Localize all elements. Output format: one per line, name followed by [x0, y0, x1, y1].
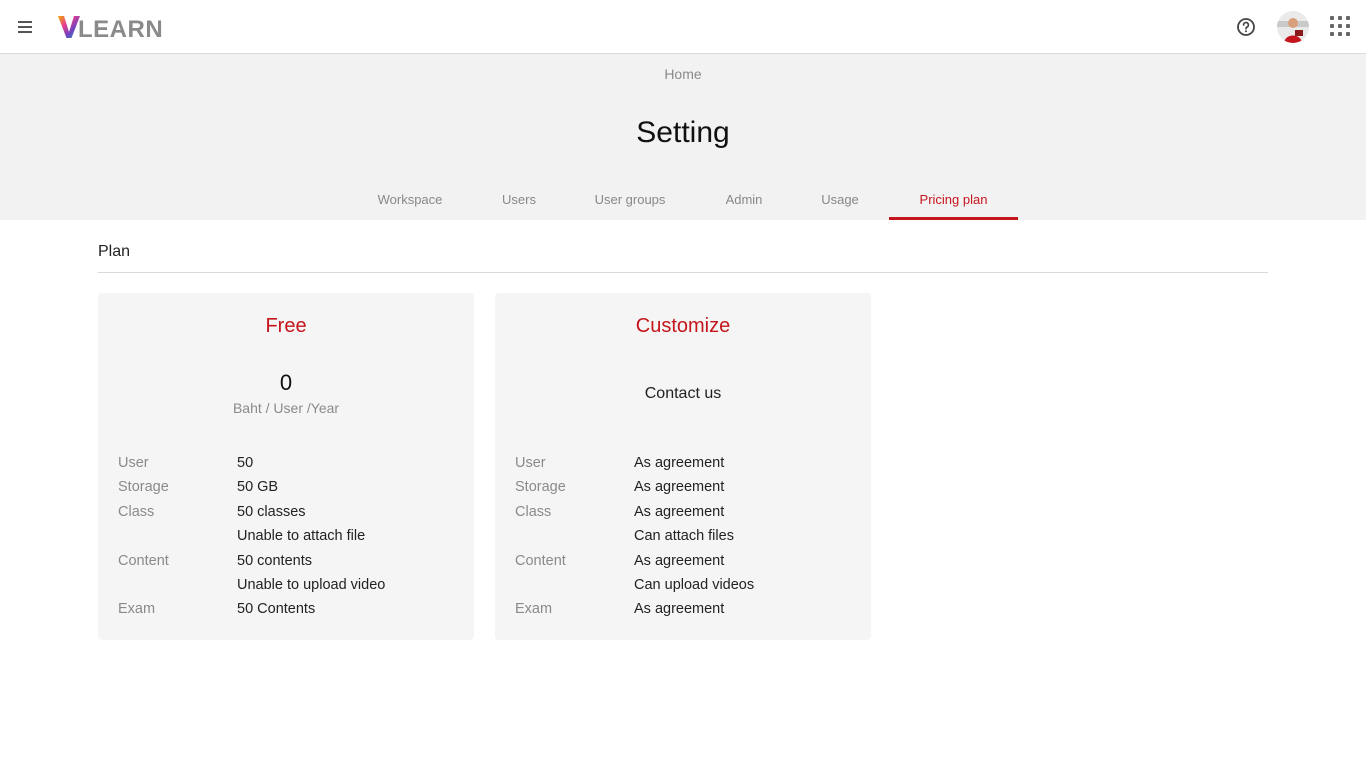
- tab-users[interactable]: Users: [488, 182, 550, 220]
- feature-value: 50 Contents: [237, 601, 316, 618]
- user-avatar[interactable]: [1277, 11, 1309, 43]
- feature-value: As agreement: [634, 503, 725, 520]
- feature-row: Storage 50 GB: [118, 477, 458, 501]
- contact-us-text: Contact us: [644, 385, 722, 402]
- hamburger-menu-icon[interactable]: [14, 15, 38, 39]
- feature-row: User As agreement: [515, 453, 855, 477]
- feature-row: Class 50 classes: [118, 502, 458, 526]
- tab-pricing-plan[interactable]: Pricing plan: [889, 182, 1018, 220]
- feature-key: Content: [118, 552, 169, 569]
- plan-price: 0: [279, 370, 293, 395]
- tab-user-groups[interactable]: User groups: [580, 182, 680, 220]
- feature-key: Exam: [515, 601, 553, 618]
- plan-card-free: Free 0 Baht / User /Year User 50 Storage 5…: [98, 293, 474, 640]
- feature-row: Class As agreement: [515, 502, 855, 526]
- feature-key: Class: [118, 503, 155, 520]
- feature-key: Storage: [515, 479, 566, 496]
- feature-row: Unable to attach file: [118, 526, 458, 550]
- plan-card-customize: Customize Contact us User As agreement St…: [495, 293, 871, 640]
- feature-row: Content As agreement: [515, 551, 855, 575]
- section-divider: [98, 272, 1268, 273]
- feature-value: As agreement: [634, 552, 725, 569]
- plan-features: User 50 Storage 50 GB Class 50 classes Unab…: [118, 453, 458, 624]
- apps-grid-icon[interactable]: [1328, 14, 1352, 38]
- plan-features: User As agreement Storage As agreement Cla…: [515, 453, 855, 624]
- feature-value: 50 classes: [237, 503, 306, 520]
- plan-name: Customize: [635, 315, 731, 337]
- feature-key: Storage: [118, 479, 169, 496]
- feature-value: Can upload videos: [634, 576, 755, 593]
- help-circle-icon[interactable]: [1233, 14, 1259, 40]
- feature-row: Storage As agreement: [515, 477, 855, 501]
- settings-header: Home Setting Workspace Users User groups…: [0, 54, 1366, 220]
- feature-row: Exam As agreement: [515, 599, 855, 623]
- feature-row: User 50: [118, 453, 458, 477]
- tab-admin[interactable]: Admin: [713, 182, 775, 220]
- feature-row: Can attach files: [515, 526, 855, 550]
- vlearn-logo[interactable]: LEARN: [58, 13, 166, 41]
- settings-tabs: Workspace Users User groups Admin Usage …: [0, 182, 1366, 220]
- feature-row: Content 50 contents: [118, 551, 458, 575]
- feature-row: Exam 50 Contents: [118, 599, 458, 623]
- feature-value: 50: [237, 455, 254, 471]
- feature-key: Exam: [118, 601, 156, 618]
- feature-row: Can upload videos: [515, 575, 855, 599]
- feature-value: As agreement: [634, 479, 725, 496]
- breadcrumb-home[interactable]: Home: [0, 66, 1366, 82]
- feature-key: User: [118, 455, 149, 471]
- feature-key: User: [515, 455, 546, 471]
- feature-value: Unable to upload video: [237, 576, 386, 593]
- feature-value: Can attach files: [634, 528, 734, 545]
- svg-text:LEARN: LEARN: [78, 16, 163, 41]
- feature-value: 50 contents: [237, 552, 312, 569]
- top-app-bar: LEARN: [0, 0, 1366, 54]
- plan-price-unit: Baht / User /Year: [232, 400, 340, 416]
- feature-value: 50 GB: [237, 479, 279, 496]
- feature-value: As agreement: [634, 601, 725, 618]
- plan-section-title: Plan: [98, 243, 131, 260]
- feature-key: Class: [515, 503, 552, 520]
- tab-usage[interactable]: Usage: [809, 182, 871, 220]
- feature-row: Unable to upload video: [118, 575, 458, 599]
- page-title: Setting: [636, 116, 730, 149]
- plan-name: Free: [265, 315, 307, 337]
- feature-value: As agreement: [634, 455, 725, 471]
- feature-value: Unable to attach file: [237, 528, 366, 545]
- feature-key: Content: [515, 552, 566, 569]
- tab-workspace[interactable]: Workspace: [360, 182, 460, 220]
